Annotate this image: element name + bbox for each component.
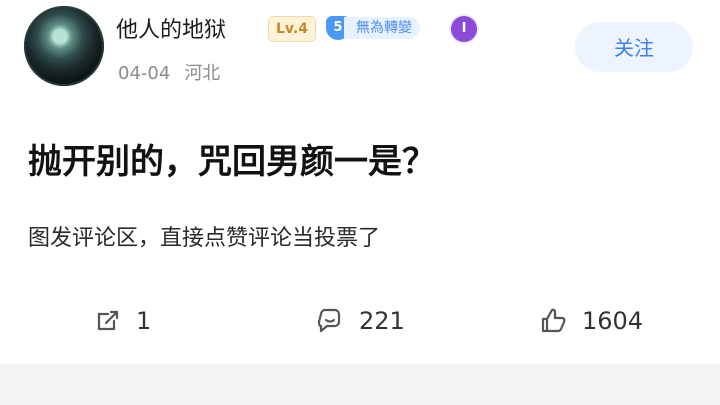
username[interactable]: 他人的地狱 bbox=[116, 12, 226, 44]
share-button[interactable]: 1 bbox=[92, 304, 151, 338]
post-subtitle: 图发评论区，直接点赞评论当投票了 bbox=[28, 226, 381, 251]
like-button[interactable]: 1604 bbox=[538, 304, 643, 338]
like-count: 1604 bbox=[582, 307, 644, 335]
user-avatar[interactable] bbox=[24, 6, 104, 86]
section-divider bbox=[0, 364, 720, 405]
thumbs-up-icon bbox=[541, 308, 566, 333]
rank-badge: 5 無為轉變 bbox=[326, 16, 446, 40]
follow-button[interactable]: 关注 bbox=[575, 22, 693, 72]
share-count: 1 bbox=[136, 307, 152, 335]
comment-button[interactable]: 221 bbox=[315, 304, 405, 338]
share-icon bbox=[97, 310, 119, 331]
comment-icon bbox=[317, 308, 341, 333]
post-meta: 04-04 河北 bbox=[118, 59, 220, 85]
rank-badge-label: 無為轉變 bbox=[344, 17, 420, 39]
level-badge: Lv.4 bbox=[268, 16, 316, 42]
post-location: 河北 bbox=[184, 63, 221, 84]
post-date: 04-04 bbox=[118, 63, 171, 84]
medal-icon: I bbox=[451, 16, 477, 42]
post-title: 抛开别的，咒回男颜一是？ bbox=[28, 142, 436, 182]
comment-count: 221 bbox=[359, 307, 405, 335]
